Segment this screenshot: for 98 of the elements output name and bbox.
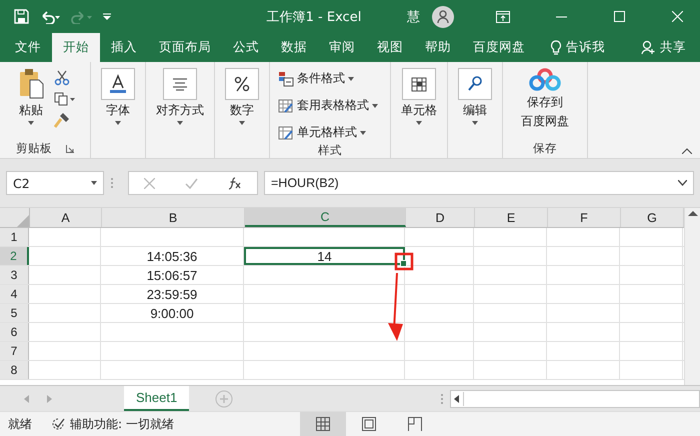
ribbon-tab[interactable]: 帮助 bbox=[414, 33, 462, 62]
ribbon-tab[interactable]: 百度网盘 bbox=[462, 33, 536, 62]
sheet-tab[interactable]: Sheet1 bbox=[124, 386, 190, 411]
column-header[interactable]: C bbox=[245, 208, 406, 227]
split-handle-icon[interactable] bbox=[440, 392, 444, 404]
window-title: 工作簿1 - Excel bbox=[266, 8, 362, 26]
column-header[interactable]: D bbox=[406, 208, 475, 227]
user-name: 慧 bbox=[407, 8, 420, 26]
row-header[interactable]: 6 bbox=[0, 323, 29, 341]
row-header[interactable]: 8 bbox=[0, 361, 29, 379]
table-format-icon bbox=[278, 98, 294, 114]
ribbon-tab[interactable]: 数据 bbox=[270, 33, 318, 62]
collapse-ribbon-icon[interactable] bbox=[682, 148, 692, 154]
style-menu-button[interactable]: 单元格样式 bbox=[276, 122, 380, 143]
caret-icon bbox=[239, 121, 245, 125]
align-center-icon bbox=[171, 77, 189, 91]
formula-field[interactable]: =HOUR(B2) bbox=[264, 171, 694, 195]
format-painter-icon[interactable] bbox=[54, 112, 70, 128]
ribbon-button[interactable]: 对齐方式 bbox=[152, 68, 208, 138]
font-color-icon bbox=[108, 74, 128, 94]
avatar-icon[interactable] bbox=[432, 6, 454, 28]
caret-icon bbox=[360, 130, 366, 134]
table-cell[interactable]: 15:06:57 bbox=[101, 266, 244, 284]
row-header[interactable]: 4 bbox=[0, 285, 29, 303]
table-cell[interactable]: 14:05:36 bbox=[101, 247, 244, 265]
clipboard-icon bbox=[18, 68, 44, 100]
caret-icon bbox=[28, 121, 34, 125]
scroll-up-icon[interactable] bbox=[688, 210, 698, 216]
caret-icon bbox=[348, 76, 354, 80]
ribbon-button[interactable]: 编辑 bbox=[454, 68, 496, 138]
column-header[interactable]: F bbox=[548, 208, 621, 227]
accessibility-status[interactable]: 辅助功能: 一切就绪 bbox=[50, 416, 174, 432]
group-label: 剪贴板 bbox=[16, 141, 52, 156]
ribbon-tab[interactable]: 页面布局 bbox=[148, 33, 222, 62]
cell-style-icon bbox=[278, 124, 294, 140]
share-button[interactable]: 共享 bbox=[635, 33, 692, 62]
expand-icon[interactable] bbox=[678, 180, 687, 186]
accessibility-check-icon bbox=[50, 417, 66, 431]
ribbon-tab[interactable]: 开始 bbox=[52, 33, 100, 62]
row-header[interactable]: 2 bbox=[0, 247, 29, 265]
ribbon-tab[interactable]: 视图 bbox=[366, 33, 414, 62]
row-header[interactable]: 3 bbox=[0, 266, 29, 284]
ribbon-button[interactable]: 单元格 bbox=[397, 68, 441, 138]
caret-icon bbox=[91, 181, 97, 185]
view-button[interactable] bbox=[300, 412, 346, 436]
ribbon-tab[interactable]: 审阅 bbox=[318, 33, 366, 62]
cut-icon[interactable] bbox=[54, 70, 70, 86]
caret-icon bbox=[472, 121, 478, 125]
caret-icon bbox=[372, 104, 378, 108]
caret-icon bbox=[115, 121, 121, 125]
table-grid-icon bbox=[410, 75, 428, 93]
copy-icon[interactable] bbox=[54, 92, 76, 106]
table-cell[interactable]: 9:00:00 bbox=[101, 304, 244, 322]
customize-toolbar-icon[interactable] bbox=[103, 12, 111, 20]
insert-function-button[interactable] bbox=[228, 176, 242, 190]
search-icon bbox=[466, 75, 484, 93]
ribbon-display-icon bbox=[496, 10, 510, 22]
add-person-icon bbox=[641, 40, 656, 55]
minimize-icon bbox=[556, 16, 566, 18]
highlight-frame bbox=[394, 252, 414, 270]
page-layout-icon bbox=[362, 417, 376, 431]
group-label: 样式 bbox=[318, 143, 342, 158]
column-header[interactable]: E bbox=[475, 208, 548, 227]
maximize-icon bbox=[614, 11, 624, 22]
style-menu-button[interactable]: 条件格式 bbox=[276, 68, 380, 89]
style-menu-button[interactable]: 套用表格格式 bbox=[276, 95, 380, 116]
row-header[interactable]: 1 bbox=[0, 228, 29, 246]
row-header[interactable]: 5 bbox=[0, 304, 29, 322]
percent-icon bbox=[233, 76, 251, 92]
status-text: 就绪 bbox=[8, 416, 32, 432]
save-to-cloud-button[interactable]: 保存到 百度网盘 bbox=[517, 68, 573, 141]
column-header[interactable]: A bbox=[30, 208, 102, 227]
ribbon-tab[interactable]: 文件 bbox=[4, 33, 52, 62]
save-icon[interactable] bbox=[14, 9, 29, 24]
paste-button[interactable]: 粘贴 bbox=[14, 68, 48, 141]
fill-handle[interactable] bbox=[400, 260, 407, 267]
ribbon-button[interactable]: 字体 bbox=[97, 68, 139, 138]
lightbulb-icon bbox=[550, 40, 562, 56]
table-cell[interactable]: 23:59:59 bbox=[101, 285, 244, 303]
ribbon-button[interactable]: 数字 bbox=[221, 68, 263, 138]
cloud-rings-icon bbox=[528, 68, 562, 92]
horizontal-scrollbar[interactable] bbox=[450, 390, 700, 408]
ribbon-tab[interactable]: 公式 bbox=[222, 33, 270, 62]
page-break-icon bbox=[408, 417, 422, 431]
row-header[interactable]: 7 bbox=[0, 342, 29, 360]
conditional-format-icon bbox=[278, 70, 294, 86]
ribbon-tab[interactable]: 插入 bbox=[100, 33, 148, 62]
caret-icon bbox=[177, 121, 183, 125]
close-icon bbox=[672, 11, 682, 22]
drag-handle-icon[interactable] bbox=[110, 177, 114, 189]
group-label: 保存 bbox=[533, 141, 557, 156]
table-cell[interactable]: 14 bbox=[244, 247, 405, 265]
grid-view-icon bbox=[316, 417, 330, 431]
name-box[interactable]: C2 bbox=[6, 171, 104, 195]
down-arrow bbox=[388, 272, 403, 341]
caret-icon bbox=[416, 121, 422, 125]
dialog-launcher-icon[interactable] bbox=[66, 144, 74, 152]
tell-me-button[interactable]: 告诉我 bbox=[550, 33, 605, 62]
